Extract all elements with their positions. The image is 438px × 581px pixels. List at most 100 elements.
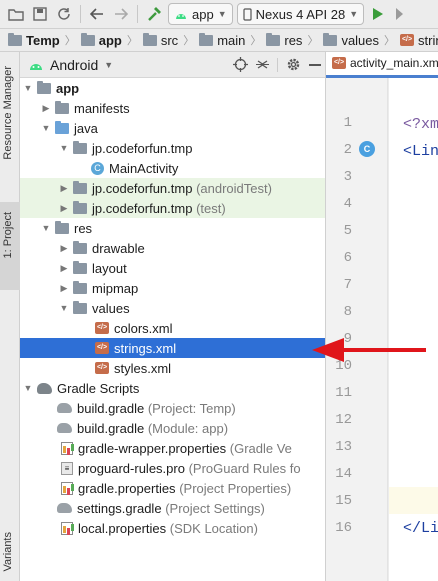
save-icon[interactable]: [30, 4, 50, 24]
tree-item-layout[interactable]: ▶ layout: [20, 258, 325, 278]
back-arrow-icon[interactable]: [87, 4, 107, 24]
breadcrumb-item-temp[interactable]: Temp: [8, 32, 60, 48]
tree-item-manifests[interactable]: ▶ manifests: [20, 98, 325, 118]
expanded-arrow-icon[interactable]: ▼: [40, 223, 52, 233]
tree-item-local-properties[interactable]: local.properties (SDK Location): [20, 518, 325, 538]
breadcrumb-label: app: [98, 32, 122, 48]
tree-item-label: local.properties: [78, 520, 167, 536]
run-configuration-select[interactable]: app ▼: [168, 3, 233, 25]
line-number: 3: [343, 169, 352, 185]
chevron-down-icon[interactable]: ▼: [104, 60, 113, 70]
tree-item-mipmap[interactable]: ▶ mipmap: [20, 278, 325, 298]
tree-item-suffix: (androidTest): [196, 180, 272, 196]
variants-tab[interactable]: Variants: [2, 532, 14, 572]
breadcrumb-separator: 〉: [250, 35, 262, 47]
tree-item-label: strings.xml: [114, 340, 177, 356]
breadcrumb-item-res[interactable]: res: [266, 32, 302, 48]
tree-item-build-gradle-module[interactable]: build.gradle (Module: app): [20, 418, 325, 438]
breadcrumb-item-main[interactable]: main: [199, 32, 245, 48]
editor-tab-activity-main[interactable]: </> activity_main.xm: [326, 51, 438, 78]
tree-item-settings-gradle[interactable]: settings.gradle (Project Settings): [20, 498, 325, 518]
collapsed-arrow-icon[interactable]: ▶: [58, 203, 70, 214]
device-select[interactable]: Nexus 4 API 28 ▼: [236, 3, 365, 25]
tree-item-build-gradle-project[interactable]: build.gradle (Project: Temp): [20, 398, 325, 418]
line-number: 13: [335, 439, 352, 455]
sync-icon[interactable]: [54, 4, 74, 24]
folder-icon: [73, 260, 87, 274]
collapsed-arrow-icon[interactable]: ▶: [58, 243, 70, 254]
collapsed-arrow-icon[interactable]: ▶: [40, 103, 52, 114]
tree-item-suffix: (test): [196, 200, 226, 216]
apply-changes-icon[interactable]: [392, 4, 412, 24]
collapsed-arrow-icon[interactable]: ▶: [58, 263, 70, 274]
line-number: 12: [335, 412, 352, 428]
build-hammer-icon[interactable]: [144, 4, 164, 24]
chevron-down-icon: ▼: [217, 9, 227, 19]
class-gutter-icon[interactable]: C: [359, 141, 375, 157]
tree-item-package-test[interactable]: ▶ jp.codeforfun.tmp (test): [20, 198, 325, 218]
view-mode-select[interactable]: Android: [50, 57, 98, 73]
open-folder-icon[interactable]: [6, 4, 26, 24]
resource-folder-icon: [55, 220, 69, 234]
expanded-arrow-icon[interactable]: ▼: [40, 123, 52, 133]
tree-item-label: java: [74, 120, 98, 136]
expanded-arrow-icon[interactable]: ▼: [22, 83, 34, 93]
breadcrumb-item-src[interactable]: src: [142, 32, 178, 48]
tree-item-gradle-wrapper-properties[interactable]: gradle-wrapper.properties (Gradle Ve: [20, 438, 325, 458]
line-number: 2: [343, 142, 352, 158]
expanded-arrow-icon[interactable]: ▼: [58, 303, 70, 313]
expanded-arrow-icon[interactable]: ▼: [58, 143, 70, 153]
tree-item-gradle-scripts[interactable]: ▼ Gradle Scripts: [20, 378, 325, 398]
tree-item-label: styles.xml: [114, 360, 172, 376]
folder-icon: [73, 280, 87, 294]
locate-target-icon[interactable]: [233, 57, 248, 72]
breadcrumb-label: values: [341, 32, 380, 48]
tree-item-values[interactable]: ▼ values: [20, 298, 325, 318]
tree-item-strings-xml[interactable]: </> strings.xml: [20, 338, 325, 358]
tree-item-app[interactable]: ▼ app: [20, 78, 325, 98]
tree-item-colors-xml[interactable]: </> colors.xml: [20, 318, 325, 338]
gradle-elephant-icon: [57, 403, 72, 413]
ide-window: app ▼ Nexus 4 API 28 ▼ Temp 〉 app 〉 src: [0, 0, 438, 581]
folder-icon: [73, 240, 87, 254]
tree-item-suffix: (Project Properties): [179, 480, 292, 496]
gear-icon[interactable]: [286, 57, 301, 72]
tree-item-mainactivity[interactable]: C MainActivity: [20, 158, 325, 178]
properties-file-icon: [61, 441, 73, 455]
breadcrumb-item-strings[interactable]: </> strings.xml: [400, 33, 438, 48]
collapsed-arrow-icon[interactable]: ▶: [58, 283, 70, 294]
package-icon: [73, 180, 87, 194]
tree-item-suffix: (Module: app): [147, 420, 229, 436]
tree-item-drawable[interactable]: ▶ drawable: [20, 238, 325, 258]
line-number: 4: [343, 196, 352, 212]
tree-item-label: layout: [92, 260, 127, 276]
project-tab[interactable]: 1: Project: [2, 212, 14, 258]
resource-manager-tab[interactable]: Resource Manager: [2, 66, 14, 160]
expanded-arrow-icon[interactable]: ▼: [22, 383, 34, 393]
tree-item-label: MainActivity: [109, 160, 179, 176]
breadcrumb-separator: 〉: [126, 35, 138, 47]
forward-arrow-icon[interactable]: [111, 4, 131, 24]
collapse-all-icon[interactable]: [256, 57, 269, 72]
editor-tab-label: activity_main.xm: [350, 56, 438, 70]
breadcrumb-item-app[interactable]: app: [80, 32, 122, 48]
run-play-icon[interactable]: [368, 4, 388, 24]
current-line-highlight: [389, 487, 438, 514]
tree-item-label: build.gradle: [77, 400, 145, 416]
tree-item-package-androidtest[interactable]: ▶ jp.codeforfun.tmp (androidTest): [20, 178, 325, 198]
tree-item-package-main[interactable]: ▼ jp.codeforfun.tmp: [20, 138, 325, 158]
collapsed-arrow-icon[interactable]: ▶: [58, 183, 70, 194]
line-number: 7: [343, 277, 352, 293]
tree-item-gradle-properties[interactable]: gradle.properties (Project Properties): [20, 478, 325, 498]
left-tool-stripe: Resource Manager 1: Project Variants: [0, 52, 20, 581]
hide-panel-icon[interactable]: [309, 63, 321, 66]
chevron-down-icon: ▼: [349, 9, 359, 19]
tree-item-label: drawable: [92, 240, 145, 256]
properties-file-icon: [61, 481, 73, 495]
tree-item-res[interactable]: ▼ res: [20, 218, 325, 238]
tree-item-java[interactable]: ▼ java: [20, 118, 325, 138]
tree-item-styles-xml[interactable]: </> styles.xml: [20, 358, 325, 378]
tree-item-proguard-rules[interactable]: ≡ proguard-rules.pro (ProGuard Rules fo: [20, 458, 325, 478]
breadcrumb-item-values[interactable]: values: [323, 32, 380, 48]
class-icon: C: [91, 161, 104, 175]
